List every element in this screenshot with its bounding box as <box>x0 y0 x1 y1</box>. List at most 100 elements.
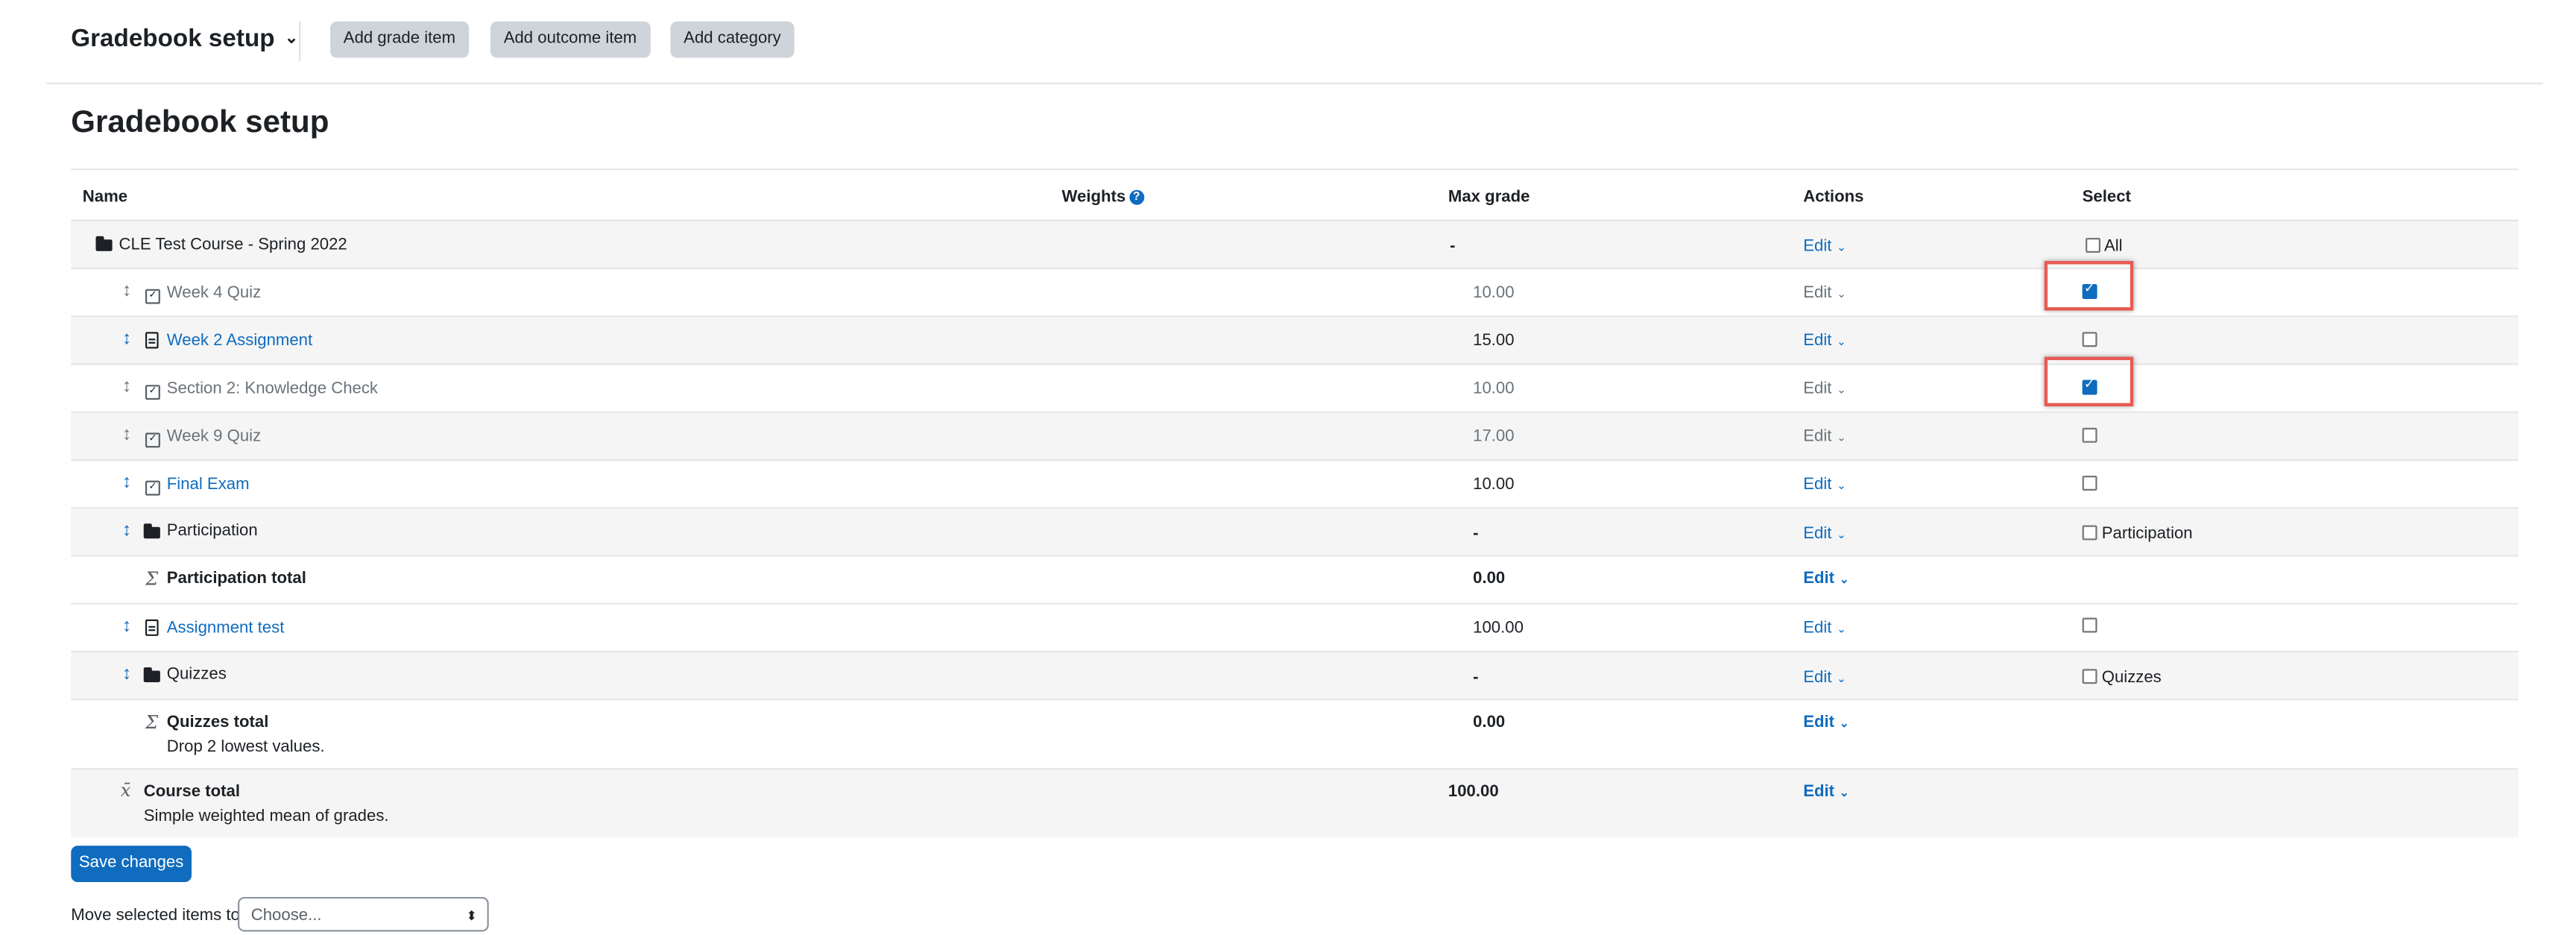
edit-menu[interactable]: Edit ⌄ <box>1803 714 1849 731</box>
edit-menu[interactable]: Edit ⌄ <box>1803 570 1849 588</box>
move-select-value: Choose... <box>250 907 322 925</box>
chevron-down-icon: ⌄ <box>1837 480 1847 493</box>
edit-menu[interactable]: Edit ⌄ <box>1803 620 1846 638</box>
chevron-down-icon: ⌄ <box>1839 718 1849 731</box>
edit-menu[interactable]: Edit ⌄ <box>1803 783 1849 801</box>
select-checkbox[interactable] <box>2082 669 2097 684</box>
tertiary-navigation: Gradebook setup ⌄ Add grade item Add out… <box>46 0 2543 84</box>
total-name: Course total <box>143 783 240 802</box>
col-select: Select <box>2082 188 2131 207</box>
select-checkbox[interactable] <box>2082 332 2097 347</box>
table-row: CLE Test Course - Spring 2022 - Edit ⌄ Al… <box>71 221 2519 270</box>
table-row: Σ Quizzes total Drop 2 lowest values. 0.… <box>71 700 2519 770</box>
save-changes-button[interactable]: Save changes <box>71 846 192 883</box>
edit-label: Edit <box>1803 669 1832 687</box>
add-outcome-item-button[interactable]: Add outcome item <box>490 21 651 58</box>
select-participation[interactable]: Participation <box>2082 525 2193 544</box>
move-vertical-icon[interactable]: ↕ <box>122 664 131 684</box>
category-name: CLE Test Course - Spring 2022 <box>119 236 347 255</box>
move-vertical-icon[interactable]: ↕ <box>122 424 131 444</box>
chevron-down-icon: ⌄ <box>284 29 299 48</box>
move-vertical-icon[interactable]: ↕ <box>122 616 131 636</box>
checkbox-square-icon: ✓ <box>145 432 160 448</box>
select-quizzes[interactable]: Quizzes <box>2082 669 2162 687</box>
edit-label: Edit <box>1803 476 1832 494</box>
chevron-down-icon: ⌄ <box>1837 624 1847 636</box>
add-category-button[interactable]: Add category <box>670 21 795 58</box>
total-cell: Course total Simple weighted mean of gra… <box>144 783 389 826</box>
select-arrows-icon: ⬍ <box>466 908 478 924</box>
item-link[interactable]: Final Exam <box>167 476 250 494</box>
move-vertical-icon[interactable]: ↕ <box>122 520 131 541</box>
folder-icon <box>95 236 113 251</box>
select-checkbox[interactable] <box>2082 377 2097 395</box>
max-grade: 10.00 <box>1473 380 1515 398</box>
edit-label: Edit <box>1803 525 1832 544</box>
chevron-down-icon: ⌄ <box>1839 787 1849 800</box>
table-row: ↕ Assignment test 100.00 Edit ⌄ <box>71 605 2519 653</box>
max-grade: 10.00 <box>1473 284 1515 303</box>
stage: Gradebook setup ⌄ Add grade item Add out… <box>0 0 2576 935</box>
max-grade: 0.00 <box>1473 714 1506 732</box>
table-row: ↕ Participation - Edit ⌄ Participation <box>71 509 2519 557</box>
max-grade: 100.00 <box>1448 783 1499 802</box>
move-vertical-icon[interactable]: ↕ <box>122 377 131 397</box>
item-name: Week 9 Quiz <box>166 427 262 447</box>
category-name: Quizzes <box>166 665 227 684</box>
item-link[interactable]: Week 2 Assignment <box>167 332 312 350</box>
table-row: ↕ ✓ Week 4 Quiz 10.00 Edit ⌄ <box>71 269 2519 318</box>
edit-menu[interactable]: Edit ⌄ <box>1803 428 1846 446</box>
edit-menu[interactable]: Edit ⌄ <box>1803 525 1846 543</box>
move-selected-label: Move selected items to <box>71 907 240 925</box>
move-vertical-icon[interactable]: ↕ <box>122 329 131 349</box>
select-checkbox[interactable] <box>2082 476 2097 491</box>
select-checkbox[interactable] <box>2082 281 2097 299</box>
chevron-down-icon: ⌄ <box>1837 530 1847 542</box>
item-link[interactable]: Assignment test <box>167 620 285 638</box>
table-row: ↕ ✓ Week 9 Quiz 17.00 Edit ⌄ <box>71 412 2519 462</box>
select-all[interactable]: All <box>2086 238 2123 256</box>
question-circle-icon[interactable]: ? <box>1128 189 1144 205</box>
edit-menu[interactable]: Edit ⌄ <box>1803 284 1846 302</box>
add-grade-item-button[interactable]: Add grade item <box>330 21 469 58</box>
edit-label: Edit <box>1803 570 1835 588</box>
total-name: Participation total <box>166 570 306 588</box>
file-icon <box>145 619 159 636</box>
table-row: ↕ ✓ Final Exam 10.00 Edit ⌄ <box>71 461 2519 509</box>
col-name: Name <box>82 188 128 207</box>
chevron-down-icon: ⌄ <box>1837 336 1847 349</box>
chevron-down-icon: ⌄ <box>1837 673 1847 686</box>
edit-menu[interactable]: Edit ⌄ <box>1803 332 1846 350</box>
col-max-grade: Max grade <box>1448 188 1530 207</box>
checkbox-square-icon: ✓ <box>145 480 160 496</box>
edit-label: Edit <box>1803 783 1835 802</box>
select-checkbox[interactable] <box>2082 525 2097 541</box>
page-title: Gradebook setup <box>71 105 329 141</box>
move-vertical-icon[interactable]: ↕ <box>122 473 131 493</box>
edit-label: Edit <box>1803 284 1832 303</box>
chevron-down-icon: ⌄ <box>1839 574 1849 587</box>
max-grade: 17.00 <box>1473 427 1515 447</box>
table-header: Name Weights? Max grade Actions Select <box>71 170 2519 221</box>
selector-label: Gradebook setup <box>71 25 275 53</box>
select-checkbox[interactable] <box>2082 617 2097 633</box>
edit-label: Edit <box>1803 332 1832 350</box>
move-target-select[interactable]: Choose... ⬍ <box>238 896 489 932</box>
move-vertical-icon[interactable]: ↕ <box>122 281 131 301</box>
folder-icon <box>143 667 160 682</box>
table-row: ↕ Quizzes - Edit ⌄ Quizzes <box>71 652 2519 701</box>
edit-menu[interactable]: Edit ⌄ <box>1803 380 1846 398</box>
edit-menu[interactable]: Edit ⌄ <box>1803 238 1846 256</box>
edit-menu[interactable]: Edit ⌄ <box>1803 669 1846 687</box>
max-grade: - <box>1450 238 1456 256</box>
edit-menu[interactable]: Edit ⌄ <box>1803 476 1846 494</box>
max-grade: 0.00 <box>1473 570 1506 588</box>
edit-label: Edit <box>1803 619 1832 638</box>
select-all-label: All <box>2103 238 2123 256</box>
select-checkbox[interactable] <box>2082 427 2097 443</box>
select-all-checkbox[interactable] <box>2086 238 2100 253</box>
category-name: Participation <box>166 522 258 541</box>
gradebook-setup-selector[interactable]: Gradebook setup ⌄ <box>71 25 298 53</box>
checkbox-square-icon: ✓ <box>145 385 160 400</box>
col-actions: Actions <box>1803 188 1864 207</box>
